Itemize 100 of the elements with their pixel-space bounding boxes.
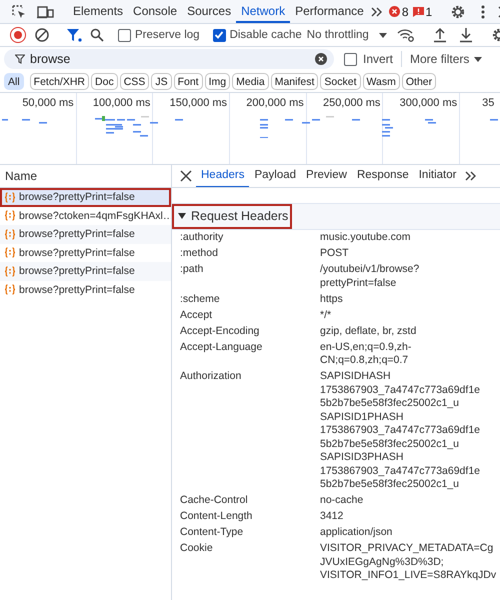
header-value: gzip, deflate, br, zstd xyxy=(320,324,418,338)
checkbox-label: Preserve log xyxy=(135,29,200,41)
request-row[interactable]: browse?prettyPrint=false xyxy=(0,244,171,262)
panel-tab[interactable]: Network xyxy=(236,0,290,23)
type-filter-chip[interactable]: Media xyxy=(232,73,269,90)
panel-tab[interactable]: Sources xyxy=(182,0,236,23)
section-header[interactable]: Request Headers xyxy=(172,204,292,229)
time-tick-label: 250,000 ms xyxy=(322,97,380,109)
download-icon[interactable] xyxy=(458,27,473,43)
time-tick-label: 35 xyxy=(482,97,494,109)
fetch-request-icon xyxy=(4,210,16,222)
time-tick-label: 50,000 ms xyxy=(22,97,74,109)
type-filter-chip[interactable]: Fetch/XHR xyxy=(30,73,90,90)
issue-icon[interactable] xyxy=(412,6,424,16)
close-icon[interactable] xyxy=(180,170,192,182)
more-options-icon[interactable] xyxy=(480,4,486,20)
record-button[interactable] xyxy=(10,27,26,43)
type-filter-chip[interactable]: Font xyxy=(174,73,203,90)
detail-tab[interactable]: Preview xyxy=(301,165,352,187)
header-name: Cookie xyxy=(180,542,214,556)
device-icon[interactable] xyxy=(37,4,55,20)
request-name: browse?prettyPrint=false xyxy=(19,228,135,240)
request-row[interactable]: browse?prettyPrint=false xyxy=(0,262,171,280)
time-tick-label: 300,000 ms xyxy=(400,97,458,109)
header-value: 3412 xyxy=(320,510,344,524)
detail-tab[interactable]: Headers xyxy=(196,165,250,187)
header-value: https xyxy=(320,292,344,306)
type-filter-chip[interactable]: CSS xyxy=(120,73,150,90)
request-row[interactable]: browse?ctoken=4qmFsgKHAxl… xyxy=(0,206,171,225)
header-value: application/json xyxy=(320,526,394,540)
more-filters-dropdown[interactable]: More filters xyxy=(410,52,482,66)
clear-icon[interactable] xyxy=(315,53,327,65)
header-name: Cache-Control xyxy=(180,494,249,508)
detail-tab[interactable]: Initiator xyxy=(414,165,462,187)
search-icon[interactable] xyxy=(90,28,104,42)
time-tick-label: 150,000 ms xyxy=(170,97,228,109)
type-filter-chip[interactable]: Manifest xyxy=(270,73,318,90)
request-name: browse?ctoken=4qmFsgKHAxl… xyxy=(19,210,171,222)
throttling-dropdown[interactable]: No throttling xyxy=(304,29,393,41)
preserve-log-checkbox[interactable] xyxy=(118,28,131,42)
detail-tab[interactable]: Response xyxy=(352,165,414,187)
header-name: Accept-Language xyxy=(180,340,264,354)
network-conditions-icon[interactable] xyxy=(396,28,415,42)
header-value: no-cache xyxy=(320,494,364,508)
time-tick-label: 200,000 ms xyxy=(246,97,304,109)
panel-tab[interactable]: Elements xyxy=(68,0,128,23)
header-value: */* xyxy=(320,308,332,322)
header-value: VISITOR_PRIVACY_METADATA=Cg JVUxIEGgAgNg%3D%3D; VISITOR_INFO1_LIVE=S8RAYkqJDv xyxy=(320,542,498,582)
request-name: browse?prettyPrint=false xyxy=(19,284,135,296)
header-name: :authority xyxy=(180,231,224,244)
request-row[interactable]: browse?prettyPrint=false xyxy=(0,225,171,244)
request-name: browse?prettyPrint=false xyxy=(19,265,135,278)
header-name: :scheme xyxy=(180,292,221,306)
request-name: browse?prettyPrint=false xyxy=(19,246,135,259)
fetch-request-icon xyxy=(4,247,16,258)
inspect-icon[interactable] xyxy=(11,4,27,20)
more-tabs-icon[interactable] xyxy=(370,6,383,16)
fetch-request-icon xyxy=(4,192,16,203)
type-filter-chip[interactable]: Img xyxy=(204,73,230,90)
header-name: Content-Length xyxy=(180,510,254,524)
error-icon[interactable] xyxy=(388,6,400,17)
dropdown-caret-icon[interactable] xyxy=(474,56,482,62)
disable-cache-checkbox[interactable] xyxy=(212,28,226,42)
type-filter-chip[interactable]: Wasm xyxy=(362,73,400,90)
detail-tab[interactable]: Payload xyxy=(249,165,302,187)
header-name: :path xyxy=(180,263,204,277)
time-tick-label: 100,000 ms xyxy=(92,97,150,109)
fetch-request-icon xyxy=(4,284,16,296)
clear-icon[interactable] xyxy=(34,27,50,43)
request-row[interactable]: browse?prettyPrint=false xyxy=(0,188,171,206)
type-filter-chip[interactable]: Doc xyxy=(91,73,118,90)
more-tabs-icon[interactable] xyxy=(465,171,478,181)
header-name: :method xyxy=(180,247,219,260)
type-filter-chip[interactable]: All xyxy=(4,73,24,90)
header-value: music.youtube.com xyxy=(320,231,412,244)
issue-count: 1 xyxy=(426,4,432,18)
checkbox-label: Invert xyxy=(363,52,394,66)
error-count: 8 xyxy=(402,4,408,18)
upload-icon[interactable] xyxy=(432,27,447,43)
header-value: en-US,en;q=0.9,zh- CN;q=0.8,zh;q=0.7 xyxy=(320,340,412,368)
header-name: Content-Type xyxy=(180,526,244,540)
panel-tab[interactable]: Console xyxy=(128,0,182,23)
invert-checkbox[interactable] xyxy=(344,52,357,66)
filter-field[interactable]: browse xyxy=(4,49,334,69)
type-filter-chip[interactable]: Socket xyxy=(320,73,361,90)
request-row[interactable]: browse?prettyPrint=false xyxy=(0,280,171,299)
type-filter-chip[interactable]: JS xyxy=(151,73,172,90)
panel-tab[interactable]: Performance xyxy=(290,0,369,23)
settings-icon[interactable] xyxy=(450,4,466,20)
type-filter-chip[interactable]: Other xyxy=(402,73,436,90)
filter-icon[interactable] xyxy=(66,27,82,43)
header-name: Accept xyxy=(180,308,214,322)
checkbox-label: Disable cache xyxy=(230,29,302,41)
column-header: Name xyxy=(5,169,38,183)
fetch-request-icon xyxy=(4,228,16,240)
dropdown-caret-icon[interactable] xyxy=(378,32,387,38)
fetch-request-icon xyxy=(4,266,16,277)
filter-icon xyxy=(15,54,25,64)
header-name: Accept-Encoding xyxy=(180,324,260,338)
header-value: POST xyxy=(320,247,350,260)
